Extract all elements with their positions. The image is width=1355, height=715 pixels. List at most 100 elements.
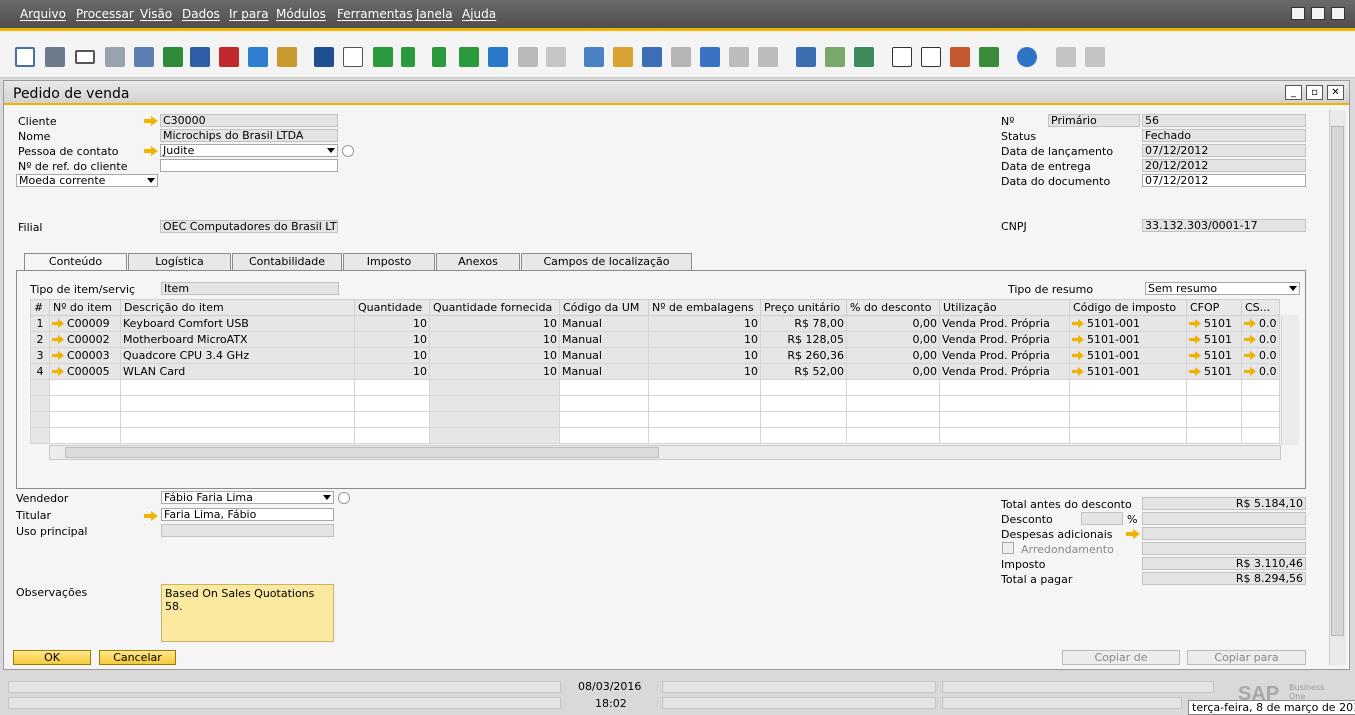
menu-arquivo[interactable]: Arquivo <box>20 7 66 21</box>
export-excel-icon[interactable] <box>163 47 183 67</box>
empty-cell[interactable] <box>1186 395 1242 412</box>
empty-cell[interactable] <box>846 411 940 428</box>
col-header[interactable]: Código da UM <box>559 299 649 316</box>
menu-ir-para[interactable]: Ir para <box>229 7 269 21</box>
discount-amount-field[interactable] <box>1142 512 1306 525</box>
cell-cs[interactable]: 0.0 <box>1241 331 1280 348</box>
empty-cell[interactable] <box>846 395 940 412</box>
app-minimize-icon[interactable] <box>1291 7 1305 20</box>
window-scroll-thumb[interactable] <box>1331 126 1344 636</box>
user-defined-values-icon[interactable] <box>825 47 845 67</box>
cell-qty[interactable]: 10 <box>354 331 430 348</box>
empty-cell[interactable] <box>846 379 940 396</box>
link-arrow-icon[interactable] <box>1244 317 1259 330</box>
link-arrow-icon[interactable] <box>52 365 67 378</box>
empty-cell[interactable] <box>354 379 430 396</box>
cell-packs[interactable]: 10 <box>648 363 761 380</box>
cell-cs[interactable]: 0.0 <box>1241 315 1280 332</box>
cancel-button[interactable]: Cancelar <box>99 650 176 665</box>
col-header[interactable]: Utilização <box>939 299 1070 316</box>
sort-icon[interactable] <box>546 47 566 67</box>
empty-cell[interactable] <box>1186 427 1242 444</box>
empty-row[interactable] <box>30 379 1280 396</box>
refresh-icon[interactable] <box>488 47 508 67</box>
empty-cell[interactable] <box>1069 395 1187 412</box>
link-arrow-icon[interactable] <box>1189 349 1204 362</box>
document-settings-icon[interactable] <box>758 47 778 67</box>
tab-anexos[interactable]: Anexos <box>436 253 520 270</box>
table-row[interactable]: 3 C00003 Quadcore CPU 3.4 GHz 10 10 Manual 10 R… <box>30 347 1280 364</box>
cell-packs[interactable]: 10 <box>648 347 761 364</box>
col-header[interactable]: Nº do item <box>49 299 121 316</box>
table-row[interactable]: 1 C00009 Keyboard Comfort USB 10 10 Manual 10 R… <box>30 315 1280 332</box>
cell-cs[interactable]: 0.0 <box>1241 347 1280 364</box>
link-arrow-icon[interactable] <box>1072 317 1087 330</box>
menu-ajuda[interactable]: Ajuda <box>462 7 496 21</box>
delivery-date-field[interactable]: 20/12/2012 <box>1142 159 1306 172</box>
empty-cell[interactable] <box>49 379 121 396</box>
widget-settings-icon[interactable] <box>1085 47 1105 67</box>
col-header[interactable]: Preço unitário <box>760 299 847 316</box>
empty-cell[interactable] <box>939 379 1070 396</box>
empty-cell[interactable] <box>559 427 649 444</box>
cell-desc[interactable]: Motherboard MicroATX <box>120 331 355 348</box>
cell-tax[interactable]: 5101-001 <box>1069 363 1187 380</box>
volume-weight-icon[interactable] <box>729 47 749 67</box>
cell-desc[interactable]: Quadcore CPU 3.4 GHz <box>120 347 355 364</box>
empty-cell[interactable] <box>1241 411 1280 428</box>
contact-details-icon[interactable] <box>342 145 354 157</box>
cell-n[interactable]: 3 <box>30 347 50 364</box>
expenses-link-arrow-icon[interactable] <box>1126 529 1140 539</box>
empty-cell[interactable] <box>648 395 761 412</box>
cell-uom[interactable]: Manual <box>559 315 649 332</box>
empty-cell[interactable] <box>429 379 560 396</box>
discount-percent-field[interactable] <box>1081 512 1123 525</box>
col-header[interactable]: # <box>30 299 50 316</box>
lock-screen-icon[interactable] <box>277 47 297 67</box>
col-header[interactable]: Código de imposto <box>1069 299 1187 316</box>
empty-cell[interactable] <box>1186 379 1242 396</box>
empty-cell[interactable] <box>49 427 121 444</box>
posting-date-field[interactable]: 07/12/2012 <box>1142 144 1306 157</box>
doc-series-select[interactable]: Primário <box>1048 114 1140 127</box>
col-header[interactable]: Descrição do item <box>120 299 355 316</box>
empty-cell[interactable] <box>120 411 355 428</box>
link-arrow-icon[interactable] <box>1244 349 1259 362</box>
last-record-icon[interactable] <box>459 47 479 67</box>
copy-to-button[interactable]: Copiar para <box>1187 650 1306 665</box>
cell-item[interactable]: C00002 <box>49 331 121 348</box>
cell-usage[interactable]: Venda Prod. Própria <box>939 315 1070 332</box>
empty-cell[interactable] <box>1241 395 1280 412</box>
widget-icon[interactable] <box>1056 47 1076 67</box>
activity-icon[interactable] <box>892 47 912 67</box>
col-header[interactable]: Quantidade <box>354 299 430 316</box>
tab-campos-localizacao[interactable]: Campos de localização <box>521 253 692 270</box>
cell-tax[interactable]: 5101-001 <box>1069 347 1187 364</box>
tab-imposto[interactable]: Imposto <box>343 253 435 270</box>
filter-icon[interactable] <box>518 47 538 67</box>
summary-type-select[interactable]: Sem resumo <box>1145 282 1300 295</box>
cell-uom[interactable]: Manual <box>559 347 649 364</box>
empty-row[interactable] <box>30 395 1280 412</box>
table-scroll-thumb[interactable] <box>65 447 659 458</box>
empty-cell[interactable] <box>1241 427 1280 444</box>
cell-disc[interactable]: 0,00 <box>846 331 940 348</box>
menu-processar[interactable]: Processar <box>76 7 134 21</box>
empty-cell[interactable] <box>30 395 50 412</box>
menu-dados[interactable]: Dados <box>182 7 220 21</box>
empty-cell[interactable] <box>846 427 940 444</box>
name-field[interactable]: Microchips do Brasil LTDA <box>160 129 338 142</box>
table-row[interactable]: 2 C00002 Motherboard MicroATX 10 10 Manual 10 R… <box>30 331 1280 348</box>
next-record-icon[interactable] <box>432 47 446 67</box>
help-icon[interactable] <box>1017 47 1037 67</box>
empty-cell[interactable] <box>30 427 50 444</box>
tab-contabilidade[interactable]: Contabilidade <box>232 253 342 270</box>
owner-link-arrow-icon[interactable] <box>144 511 158 521</box>
previous-record-icon[interactable] <box>401 47 415 67</box>
cell-cfop[interactable]: 5101 <box>1186 315 1242 332</box>
messages-icon[interactable] <box>921 47 941 67</box>
window-restore-icon[interactable]: ▫ <box>1306 85 1323 100</box>
cell-cfop[interactable]: 5101 <box>1186 331 1242 348</box>
empty-cell[interactable] <box>559 379 649 396</box>
rounding-checkbox[interactable] <box>1002 542 1014 554</box>
